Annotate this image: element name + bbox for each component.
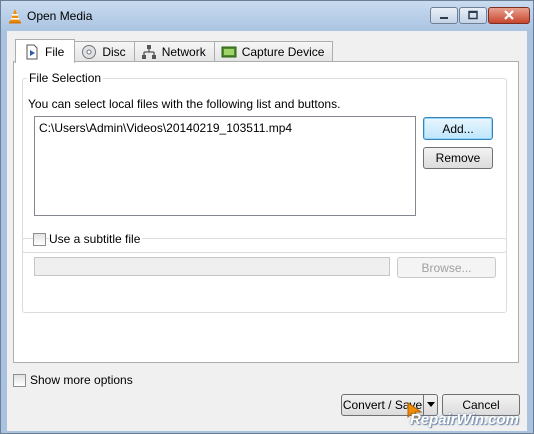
- tab-network-label: Network: [161, 45, 206, 59]
- window-controls: [430, 7, 530, 25]
- file-selection-hint: You can select local files with the foll…: [28, 97, 341, 111]
- capture-device-icon: [221, 46, 237, 58]
- subtitle-path-field[interactable]: [34, 257, 390, 276]
- window-title: Open Media: [27, 9, 93, 23]
- file-selection-legend: File Selection: [27, 71, 104, 85]
- close-button[interactable]: [488, 7, 530, 24]
- open-media-window: Open Media File Disc Network Capture Dev…: [0, 0, 534, 434]
- maximize-icon: [468, 10, 478, 20]
- file-list-item[interactable]: C:\Users\Admin\Videos\20140219_103511.mp…: [39, 121, 292, 135]
- minimize-icon: [440, 17, 448, 19]
- tab-file[interactable]: File: [15, 39, 76, 63]
- tab-bar: File Disc Network Capture Device: [15, 39, 334, 63]
- title-bar[interactable]: Open Media: [1, 1, 533, 31]
- watermark: RepairWin.com: [409, 411, 519, 428]
- remove-button[interactable]: Remove: [423, 147, 493, 169]
- minimize-button[interactable]: [430, 7, 458, 24]
- vlc-cone-icon: [9, 9, 21, 24]
- tab-file-label: File: [45, 44, 65, 59]
- file-list[interactable]: C:\Users\Admin\Videos\20140219_103511.mp…: [34, 116, 416, 216]
- disc-icon: [82, 45, 97, 59]
- subtitle-checkbox[interactable]: [33, 233, 46, 246]
- add-button[interactable]: Add...: [423, 117, 493, 140]
- show-more-options-label[interactable]: Show more options: [30, 373, 133, 387]
- show-more-options-checkbox[interactable]: [13, 374, 26, 387]
- file-icon: [26, 44, 38, 59]
- tab-capture-device-label: Capture Device: [241, 45, 325, 59]
- close-icon: [504, 10, 514, 20]
- maximize-button[interactable]: [459, 7, 487, 24]
- dialog-body: File Disc Network Capture Device File Se…: [7, 31, 527, 431]
- subtitle-checkbox-label[interactable]: Use a subtitle file: [49, 232, 143, 246]
- tab-disc-label: Disc: [102, 45, 126, 59]
- network-icon: [141, 45, 156, 59]
- tab-network[interactable]: Network: [133, 41, 215, 62]
- tab-disc[interactable]: Disc: [74, 41, 135, 62]
- tab-capture-device[interactable]: Capture Device: [213, 41, 334, 62]
- browse-button[interactable]: Browse...: [397, 257, 496, 278]
- file-tab-panel: File Selection You can select local file…: [13, 61, 519, 363]
